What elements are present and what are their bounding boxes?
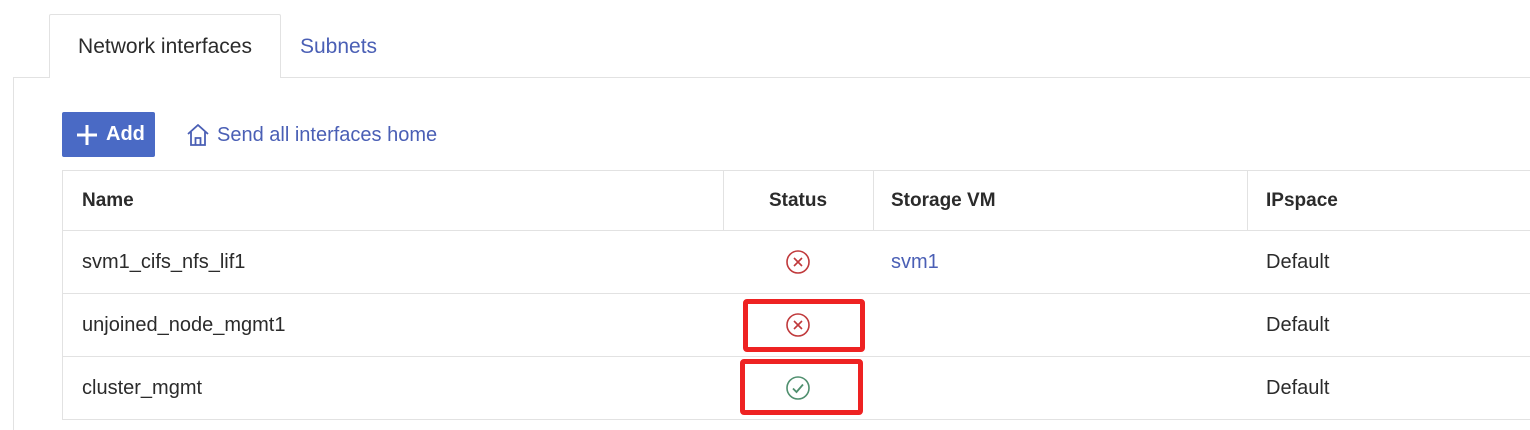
column-header-status[interactable]: Status bbox=[723, 171, 873, 230]
interface-name: svm1_cifs_nfs_lif1 bbox=[82, 250, 246, 273]
highlight-box bbox=[743, 299, 865, 352]
tab-network-interfaces[interactable]: Network interfaces bbox=[49, 14, 281, 79]
column-divider bbox=[1247, 171, 1248, 230]
column-header-storage-vm[interactable]: Storage VM bbox=[891, 171, 1241, 230]
plus-icon bbox=[77, 124, 97, 145]
storage-vm-value bbox=[891, 357, 1241, 419]
storage-vm-value bbox=[891, 294, 1241, 356]
ipspace-value: Default bbox=[1266, 376, 1330, 399]
add-button[interactable]: Add bbox=[62, 112, 155, 157]
send-all-interfaces-home-label: Send all interfaces home bbox=[217, 123, 438, 146]
interface-name: cluster_mgmt bbox=[82, 376, 203, 399]
status-cell bbox=[723, 231, 873, 293]
column-divider bbox=[873, 171, 874, 230]
interface-name: unjoined_node_mgmt1 bbox=[82, 313, 286, 336]
home-icon bbox=[187, 124, 209, 146]
add-button-label: Add bbox=[106, 123, 145, 145]
send-all-interfaces-home-link[interactable]: Send all interfaces home bbox=[185, 120, 437, 150]
column-header-ipspace[interactable]: IPspace bbox=[1266, 171, 1526, 230]
tab-subnets[interactable]: Subnets bbox=[300, 14, 377, 79]
error-icon bbox=[786, 250, 810, 274]
highlight-box bbox=[740, 359, 863, 415]
ipspace-value: Default bbox=[1266, 313, 1330, 336]
ipspace-value: Default bbox=[1266, 250, 1330, 273]
table-header-row: Name Status Storage VM IPspace bbox=[63, 171, 1530, 231]
tab-label: Network interfaces bbox=[78, 34, 252, 58]
table-row[interactable]: svm1_cifs_nfs_lif1 svm1 Default bbox=[63, 231, 1530, 294]
storage-vm-link[interactable]: svm1 bbox=[891, 231, 1241, 293]
tab-label: Subnets bbox=[300, 34, 378, 58]
column-header-name[interactable]: Name bbox=[82, 171, 722, 230]
tab-bar: Network interfaces Subnets bbox=[13, 0, 1530, 79]
